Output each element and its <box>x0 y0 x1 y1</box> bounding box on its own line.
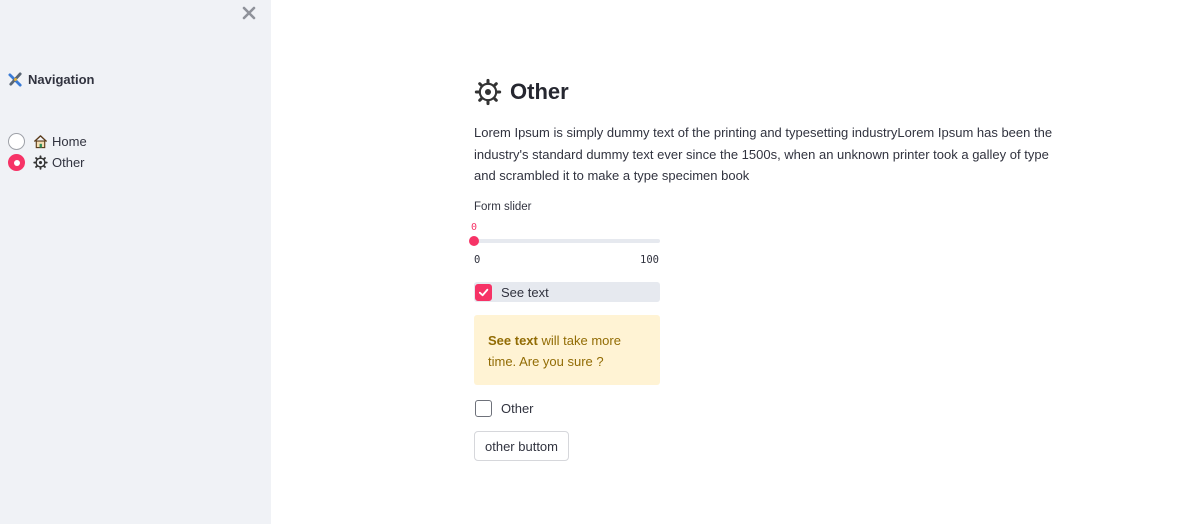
slider-thumb[interactable] <box>469 236 479 246</box>
sidebar: Navigation Home Other <box>0 0 271 524</box>
close-sidebar-button[interactable] <box>240 4 258 22</box>
sidebar-title-label: Navigation <box>28 72 95 87</box>
radio-button-other[interactable] <box>8 154 25 171</box>
page-title: Other <box>474 78 569 106</box>
slider-label: Form slider <box>474 201 532 213</box>
other-checkbox-row[interactable]: Other <box>474 398 660 418</box>
description-text: Lorem Ipsum is simply dummy text of the … <box>474 125 1053 183</box>
radio-option-home[interactable]: Home <box>8 131 87 152</box>
see-text-checkbox-label: See text <box>501 284 549 300</box>
other-checkbox-label: Other <box>501 400 534 416</box>
warning-bold-text: See text <box>488 333 538 348</box>
compass-tools-icon <box>8 72 22 87</box>
radio-option-other[interactable]: Other <box>8 152 87 173</box>
other-button[interactable]: other buttom <box>474 431 569 461</box>
navigation-radio-group: Home Other <box>8 131 87 173</box>
see-text-checkbox[interactable] <box>475 283 492 301</box>
page-title-text: Other <box>510 79 569 104</box>
close-icon <box>242 6 256 20</box>
slider-max-label: 100 <box>640 254 659 266</box>
sidebar-title: Navigation <box>8 72 94 87</box>
slider-min-label: 0 <box>474 254 481 266</box>
radio-button-home[interactable] <box>8 133 25 150</box>
gear-icon <box>474 78 502 106</box>
radio-label-home: Home <box>52 134 87 149</box>
house-icon <box>33 135 48 149</box>
checkmark-icon <box>478 288 489 296</box>
slider-track[interactable] <box>474 239 660 243</box>
slider-value: 0 <box>471 222 478 233</box>
warning-alert: See text will take more time. Are you su… <box>474 315 660 385</box>
see-text-checkbox-row[interactable]: See text <box>474 282 660 302</box>
radio-label-other: Other <box>52 155 85 170</box>
other-checkbox[interactable] <box>475 399 492 417</box>
gear-icon <box>33 155 48 170</box>
